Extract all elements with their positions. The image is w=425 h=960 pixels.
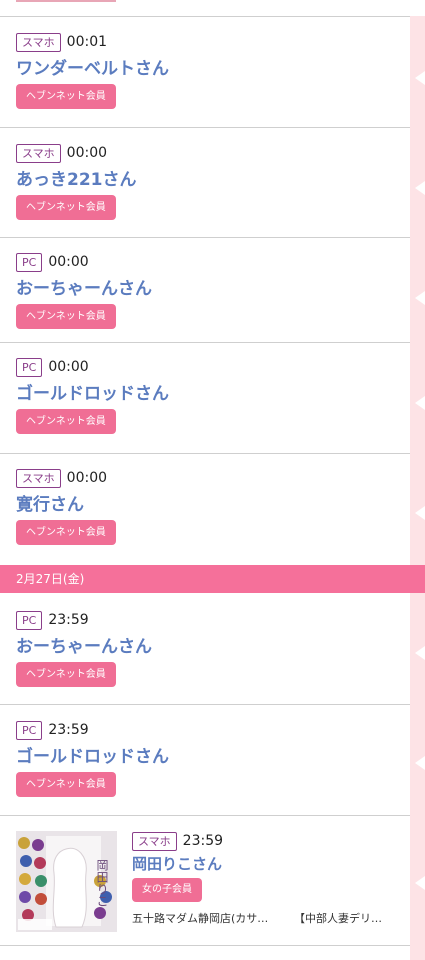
- access-time: 23:59: [48, 722, 89, 738]
- girl-thumbnail[interactable]: 岡田りこ: [16, 831, 117, 932]
- thumbnail-name-text: 岡田りこ: [95, 859, 109, 907]
- visitor-name[interactable]: ワンダーベルトさん: [16, 57, 169, 81]
- list-item[interactable]: PC 00:00 おーちゃーんさん ヘブンネット会員: [0, 238, 410, 343]
- device-label: スマホ: [16, 32, 61, 52]
- access-time: 23:59: [182, 833, 224, 849]
- visitor-name[interactable]: 寛行さん: [16, 493, 116, 517]
- device-label: PC: [16, 610, 43, 630]
- device-label: PC: [16, 357, 43, 377]
- access-time: 00:00: [66, 470, 108, 486]
- rail-notch-icon: [415, 506, 425, 520]
- member-badge: ヘブンネット会員: [16, 195, 116, 220]
- girl-member-badge: 女の子会員: [132, 878, 202, 902]
- rail-notch-icon: [415, 646, 425, 660]
- rail-notch-icon: [415, 876, 425, 890]
- access-time: 00:01: [66, 34, 108, 50]
- member-badge: ヘブンネット会員: [16, 520, 116, 545]
- list-item[interactable]: スマホ 00:01 ワンダーベルトさん ヘブンネット会員: [0, 17, 410, 128]
- date-header: 2月27日(金): [0, 565, 425, 593]
- access-time: 00:00: [48, 359, 89, 375]
- visitor-name[interactable]: 岡田りこさん: [132, 853, 409, 875]
- access-time: 00:00: [48, 254, 89, 270]
- list-item[interactable]: PC 00:00 ゴールドロッドさん ヘブンネット会員: [0, 343, 410, 454]
- rail-notch-icon: [415, 71, 425, 85]
- rail-notch-icon: [415, 396, 425, 410]
- visitor-name[interactable]: あっき221さん: [16, 168, 137, 192]
- photo-entry-info: スマホ 23:59 岡田りこさん 女の子会員 五十路マダム静岡店(カサ… 【中部…: [132, 831, 409, 926]
- member-badge: ヘブンネット会員: [16, 409, 116, 434]
- member-badge: ヘブンネット会員: [16, 772, 116, 797]
- rail-notch-icon: [415, 181, 425, 195]
- top-tab-stub: [16, 0, 116, 2]
- list-item[interactable]: PC 23:59 ゴールドロッドさん ヘブンネット会員: [0, 705, 410, 816]
- visitor-name[interactable]: おーちゃーんさん: [16, 635, 152, 659]
- visitor-name[interactable]: ゴールドロッドさん: [16, 382, 169, 406]
- shop-name[interactable]: 五十路マダム静岡店(カサ…: [132, 910, 294, 926]
- right-side-rail: [410, 16, 425, 960]
- device-label: スマホ: [132, 831, 177, 851]
- member-badge: ヘブンネット会員: [16, 304, 116, 329]
- rail-notch-icon: [415, 291, 425, 305]
- member-badge: ヘブンネット会員: [16, 662, 116, 687]
- visitor-name[interactable]: おーちゃーんさん: [16, 277, 152, 301]
- device-label: スマホ: [16, 143, 61, 163]
- rail-notch-icon: [415, 756, 425, 770]
- access-history-page: スマホ 00:01 ワンダーベルトさん ヘブンネット会員 スマホ 00:00 あ…: [0, 0, 425, 960]
- access-time: 23:59: [48, 612, 89, 628]
- list-item[interactable]: PC 23:59 おーちゃーんさん ヘブンネット会員: [0, 593, 410, 705]
- visitor-name[interactable]: ゴールドロッドさん: [16, 745, 169, 769]
- shop-group[interactable]: 【中部人妻デリ…: [294, 910, 409, 926]
- device-label: PC: [16, 720, 43, 740]
- device-label: スマホ: [16, 468, 61, 488]
- member-badge: ヘブンネット会員: [16, 84, 116, 109]
- list-item[interactable]: スマホ 00:00 あっき221さん ヘブンネット会員: [0, 128, 410, 238]
- list-item[interactable]: スマホ 00:00 寛行さん ヘブンネット会員: [0, 454, 410, 565]
- previous-entry-divider: [0, 0, 410, 17]
- device-label: PC: [16, 252, 43, 272]
- access-time: 00:00: [66, 145, 108, 161]
